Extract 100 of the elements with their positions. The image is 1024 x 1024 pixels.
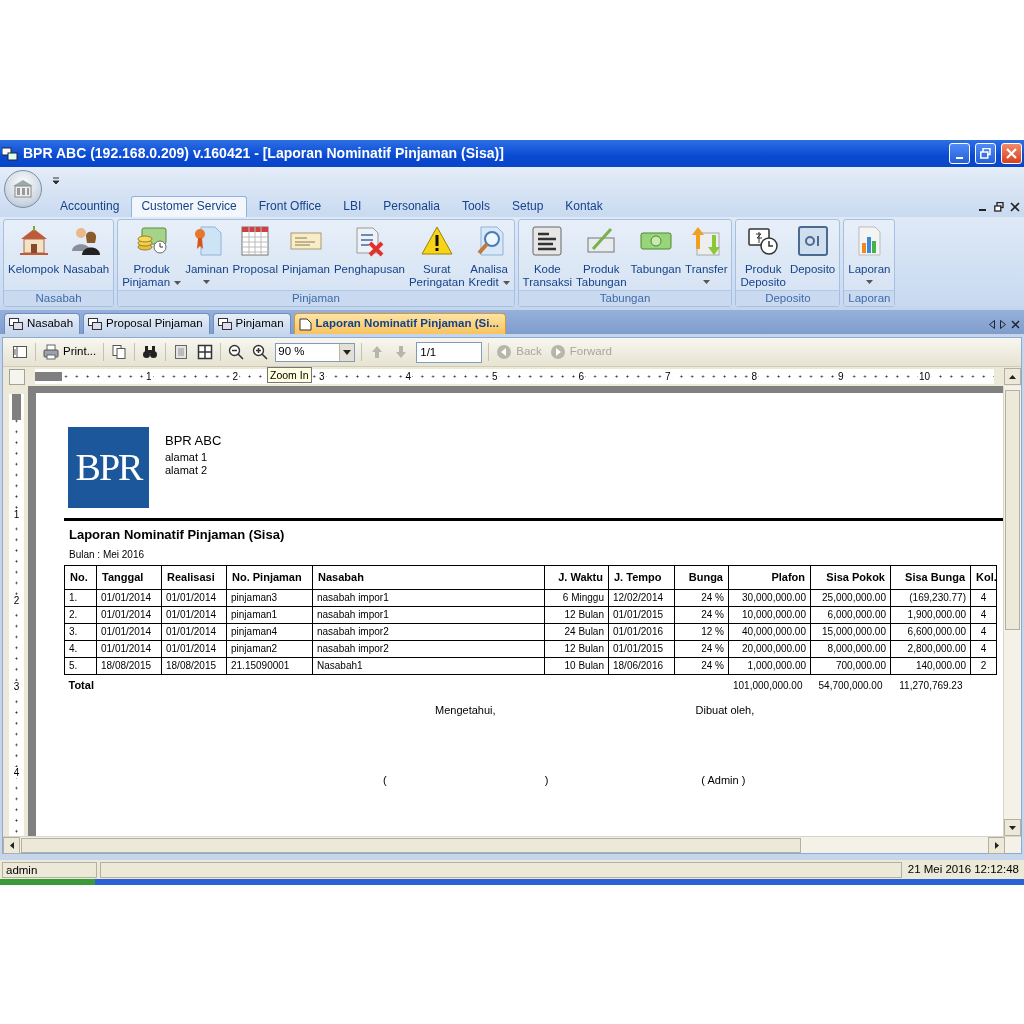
table-cell: 8,000,000.00 (810, 640, 891, 657)
table-cell: 4 (970, 589, 997, 606)
report-period: Bulan : Mei 2016 (69, 547, 146, 562)
report-title: Laporan Nominatif Pinjaman (Sisa) (69, 526, 286, 544)
ruler-number: 6 (577, 370, 585, 382)
ribbon-tab[interactable]: Setup (501, 196, 554, 217)
page-field[interactable]: 1/1 (416, 341, 483, 363)
ruler-number: 10 (917, 370, 931, 382)
scroll-right-icon[interactable] (1000, 320, 1006, 329)
table-cell: 2,800,000.00 (890, 640, 971, 657)
ribbon-tab[interactable]: Kontak (555, 196, 613, 217)
restore-button[interactable] (975, 143, 996, 164)
document-tab[interactable]: Laporan Nominatif Pinjaman (Si... (293, 313, 506, 334)
windows-icon (217, 318, 232, 330)
ribbon-button[interactable]: Laporan (847, 223, 892, 290)
ribbon-button[interactable]: Transfer (684, 223, 729, 290)
table-icon (239, 225, 272, 257)
tooltip: Zoom In (267, 367, 312, 383)
list-icon (531, 225, 564, 257)
ruler-number: 3 (13, 681, 20, 692)
warning-icon (420, 225, 453, 257)
document-tab[interactable]: Nasabah (4, 313, 81, 334)
ribbon-button[interactable]: Analisa Kredit (467, 223, 511, 290)
right-arrow-icon (994, 841, 999, 849)
document-tab[interactable]: Pinjaman (212, 313, 291, 334)
table-cell: 1,000,000.00 (728, 657, 811, 674)
column-header: No. Pinjaman (226, 565, 313, 589)
ribbon-button[interactable]: Deposito (788, 223, 837, 290)
ribbon-button[interactable]: Kode Transaksi (521, 223, 574, 290)
ribbon-tab[interactable]: Personalia (373, 196, 450, 217)
ribbon-button[interactable]: Kelompok (7, 223, 61, 290)
ruler-number: 5 (490, 370, 499, 382)
close-button[interactable] (1001, 143, 1022, 164)
table-cell: 01/01/2014 (96, 606, 162, 623)
ruler-margin (12, 394, 21, 420)
zoom-in-icon (252, 344, 269, 360)
ribbon-button[interactable]: Pinjaman (281, 223, 331, 290)
table-cell: 24 Bulan (544, 623, 609, 640)
table-cell: 12 % (674, 623, 729, 640)
money-clock-icon (747, 225, 780, 257)
table-cell: 01/01/2014 (96, 623, 162, 640)
scroll-thumb[interactable] (21, 837, 801, 853)
safe-icon (796, 225, 829, 257)
ribbon-tab[interactable]: Front Office (248, 196, 332, 217)
zoom-in-button[interactable] (251, 343, 270, 361)
scroll-down-button[interactable] (1004, 819, 1021, 836)
table-cell: 24 % (674, 589, 729, 606)
group-label: Deposito (736, 290, 840, 306)
ruler-number: 2 (231, 370, 239, 382)
scroll-left-button[interactable] (3, 836, 20, 854)
table-cell: 24 % (674, 640, 729, 657)
table-cell: 5. (64, 657, 97, 674)
ribbon-tab[interactable]: Tools (451, 196, 500, 217)
ribbon-button[interactable]: Proposal (231, 223, 279, 290)
scroll-right-button[interactable] (988, 836, 1005, 854)
copy-icon (111, 344, 128, 360)
scroll-thumb[interactable] (1005, 390, 1020, 630)
sidebar-icon (12, 344, 28, 360)
table-cell: pinjaman2 (226, 640, 313, 657)
find-button[interactable] (141, 343, 160, 361)
table-cell: 4 (970, 640, 997, 657)
restore-icon[interactable] (994, 202, 1004, 212)
table-cell: 12 Bulan (544, 640, 609, 657)
ribbon-button[interactable]: Nasabah (62, 223, 111, 290)
up-arrow-icon (1009, 374, 1016, 379)
ribbon-button[interactable]: Surat Peringatan (407, 223, 466, 290)
scroll-up-button[interactable] (1004, 368, 1021, 385)
quick-access-menu-icon[interactable] (52, 177, 60, 185)
minimize-icon (956, 156, 963, 159)
ribbon-tab[interactable]: LBI (333, 196, 372, 217)
company-name: BPR ABC (165, 432, 222, 450)
ribbon-button[interactable]: Produk Pinjaman (121, 223, 183, 290)
close-icon[interactable] (1010, 202, 1020, 212)
scroll-left-icon[interactable] (989, 320, 995, 329)
table-cell: 24 % (674, 657, 729, 674)
zoom-dropdown[interactable]: 90 % (275, 342, 356, 362)
table-cell: nasabah impor1 (312, 606, 545, 623)
ruler-number: 2 (13, 595, 20, 606)
building-icon (12, 179, 34, 199)
close-icon[interactable] (1011, 320, 1020, 329)
table-cell: 21.15090001 (226, 657, 313, 674)
ribbon-button[interactable]: Tabungan (629, 223, 683, 290)
ribbon-tab[interactable]: Accounting (50, 196, 130, 217)
ribbon-button[interactable]: Produk Deposito (739, 223, 787, 290)
zoom-out-button[interactable] (227, 343, 246, 361)
copy-button[interactable] (110, 343, 129, 361)
table-cell: pinjaman4 (226, 623, 313, 640)
document-tab[interactable]: Proposal Pinjaman (83, 313, 210, 334)
table-cell: 18/06/2016 (608, 657, 675, 674)
print-button[interactable]: Print... (42, 342, 98, 362)
multiple-pages-button[interactable] (196, 343, 215, 361)
ribbon-button[interactable]: Penghapusan (332, 223, 406, 290)
ribbon-button[interactable]: Produk Tabungan (575, 223, 628, 290)
table-cell: 01/01/2014 (96, 589, 162, 606)
table-cell: 01/01/2014 (96, 640, 162, 657)
sidebar-button[interactable] (11, 343, 29, 361)
minimize-button[interactable] (949, 143, 970, 164)
app-icon (2, 146, 18, 161)
ribbon-tab[interactable]: Customer Service (131, 196, 247, 217)
ribbon-button[interactable]: Jaminan (184, 223, 230, 290)
